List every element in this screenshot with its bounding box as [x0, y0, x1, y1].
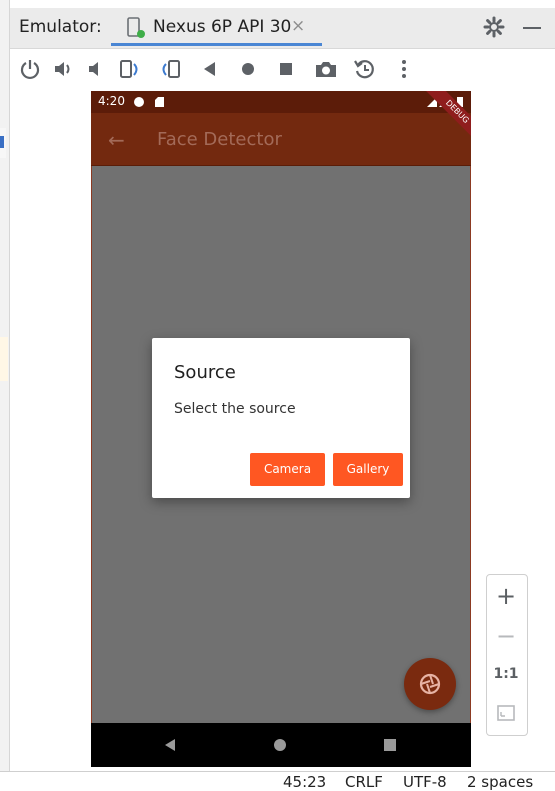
indent-setting[interactable]: 2 spaces	[467, 773, 533, 791]
overview-icon[interactable]	[275, 58, 297, 80]
power-icon[interactable]	[19, 58, 41, 80]
zoom-in-button[interactable]: +	[486, 582, 526, 610]
zoom-out-button[interactable]: −	[486, 622, 526, 650]
tab-label: Nexus 6P API 30	[153, 17, 292, 37]
nav-home-icon[interactable]	[272, 737, 288, 753]
home-icon[interactable]	[237, 58, 259, 80]
close-icon[interactable]: ×	[291, 16, 305, 36]
volume-up-icon[interactable]	[52, 58, 74, 80]
shutter-icon	[419, 673, 441, 695]
more-icon[interactable]	[398, 58, 410, 80]
rotate-right-icon[interactable]	[159, 58, 181, 80]
gallery-button[interactable]: Gallery	[333, 453, 403, 486]
cursor-position[interactable]: 45:23	[283, 773, 326, 791]
dialog-message: Select the source	[174, 401, 296, 417]
file-encoding[interactable]: UTF-8	[403, 773, 447, 791]
camera-icon[interactable]	[314, 58, 338, 80]
minimize-icon[interactable]	[523, 27, 541, 29]
snapshot-icon[interactable]	[353, 57, 377, 81]
status-time: 4:20	[98, 94, 125, 108]
arrow-back-icon[interactable]: ←	[108, 128, 125, 152]
gear-icon[interactable]	[483, 16, 505, 38]
notification-icons	[134, 97, 164, 107]
ide-highlight-fragment	[0, 337, 8, 381]
emulator-label: Emulator:	[19, 17, 102, 37]
rotate-left-icon[interactable]	[119, 58, 141, 80]
camera-button[interactable]: Camera	[250, 453, 325, 486]
debug-banner: DEBUG	[421, 91, 471, 141]
tab-underline	[111, 43, 322, 46]
ide-status-bar: 45:23 CRLF UTF-8 2 spaces	[0, 771, 555, 791]
device-icon	[127, 17, 145, 38]
volume-down-icon[interactable]	[85, 58, 107, 80]
line-separator[interactable]: CRLF	[345, 773, 383, 791]
actual-size-button[interactable]: 1:1	[486, 666, 526, 682]
dialog-title: Source	[174, 362, 236, 383]
app-title: Face Detector	[157, 129, 282, 150]
nav-back-icon[interactable]	[162, 737, 178, 753]
back-icon[interactable]	[199, 58, 221, 80]
nav-overview-icon[interactable]	[382, 737, 398, 753]
ide-editor-fragment	[0, 128, 6, 158]
debug-banner-label: DEBUG	[423, 91, 471, 141]
ide-editor-edge	[0, 0, 10, 771]
fit-screen-icon[interactable]	[496, 704, 516, 722]
